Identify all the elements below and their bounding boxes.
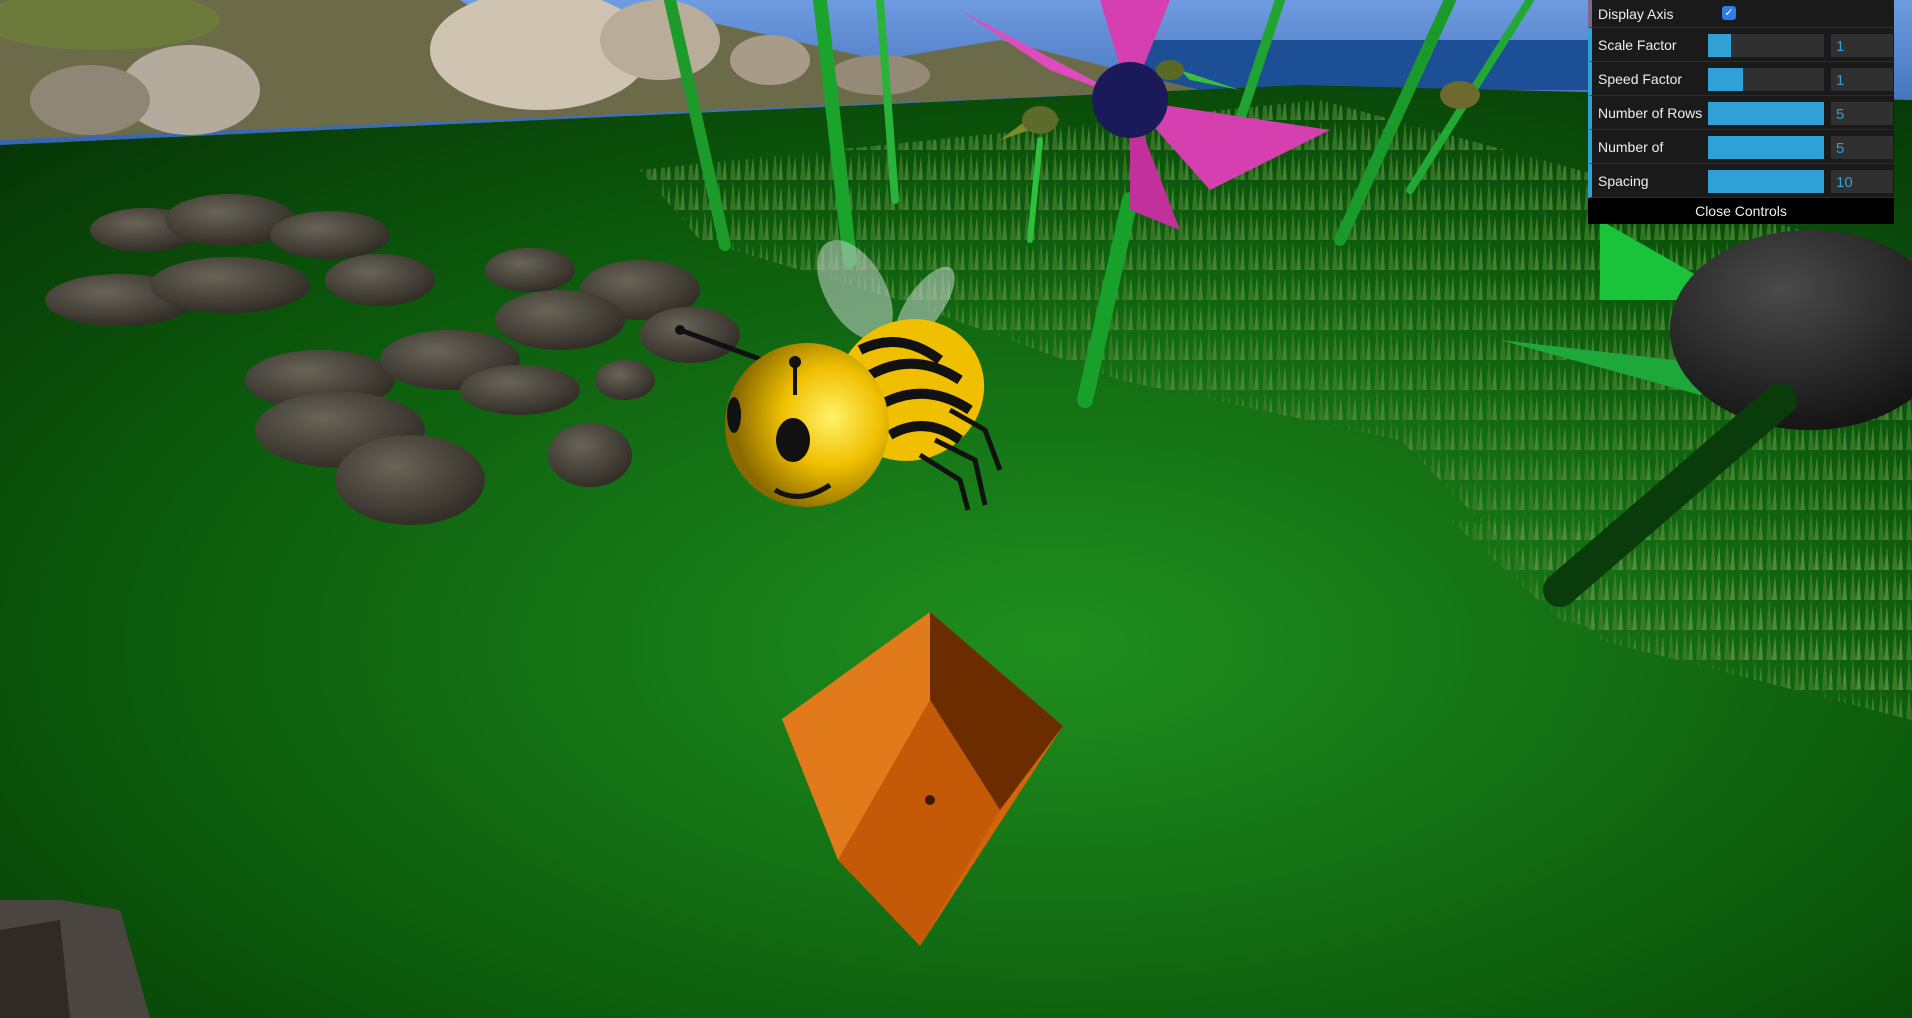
close-controls-button[interactable]: Close Controls	[1588, 198, 1894, 224]
number-of-columns-input[interactable]	[1831, 136, 1893, 159]
display-axis-row[interactable]: Display Axis ✓	[1588, 0, 1894, 28]
display-axis-checkbox[interactable]: ✓	[1722, 6, 1736, 20]
spacing-label: Spacing	[1598, 172, 1649, 189]
spacing-slider-fill	[1708, 170, 1824, 193]
speed-factor-slider[interactable]	[1708, 68, 1824, 91]
scale-factor-row: Scale Factor	[1588, 28, 1894, 62]
number-of-rows-input[interactable]	[1831, 102, 1893, 125]
speed-factor-input[interactable]	[1831, 68, 1893, 91]
number-of-columns-label: Number of	[1598, 138, 1664, 155]
speed-factor-slider-fill	[1708, 68, 1743, 91]
spacing-row: Spacing	[1588, 164, 1894, 198]
spacing-slider[interactable]	[1708, 170, 1824, 193]
scale-factor-slider-fill	[1708, 34, 1732, 57]
number-of-columns-row: Number of	[1588, 130, 1894, 164]
speed-factor-label: Speed Factor	[1598, 70, 1683, 87]
scale-factor-slider[interactable]	[1708, 34, 1824, 57]
number-of-columns-slider-fill	[1708, 136, 1824, 159]
number-of-rows-slider[interactable]	[1708, 102, 1824, 125]
number-of-columns-slider[interactable]	[1708, 136, 1824, 159]
display-axis-label: Display Axis	[1598, 5, 1674, 22]
scale-factor-input[interactable]	[1831, 34, 1893, 57]
number-of-rows-slider-fill	[1708, 102, 1824, 125]
scale-factor-label: Scale Factor	[1598, 36, 1677, 53]
number-of-rows-row: Number of Rows	[1588, 96, 1894, 130]
number-of-rows-label: Number of Rows	[1598, 104, 1703, 121]
speed-factor-row: Speed Factor	[1588, 62, 1894, 96]
controls-panel: Display Axis ✓ Scale Factor Speed Factor…	[1588, 0, 1894, 224]
spacing-input[interactable]	[1831, 170, 1893, 193]
